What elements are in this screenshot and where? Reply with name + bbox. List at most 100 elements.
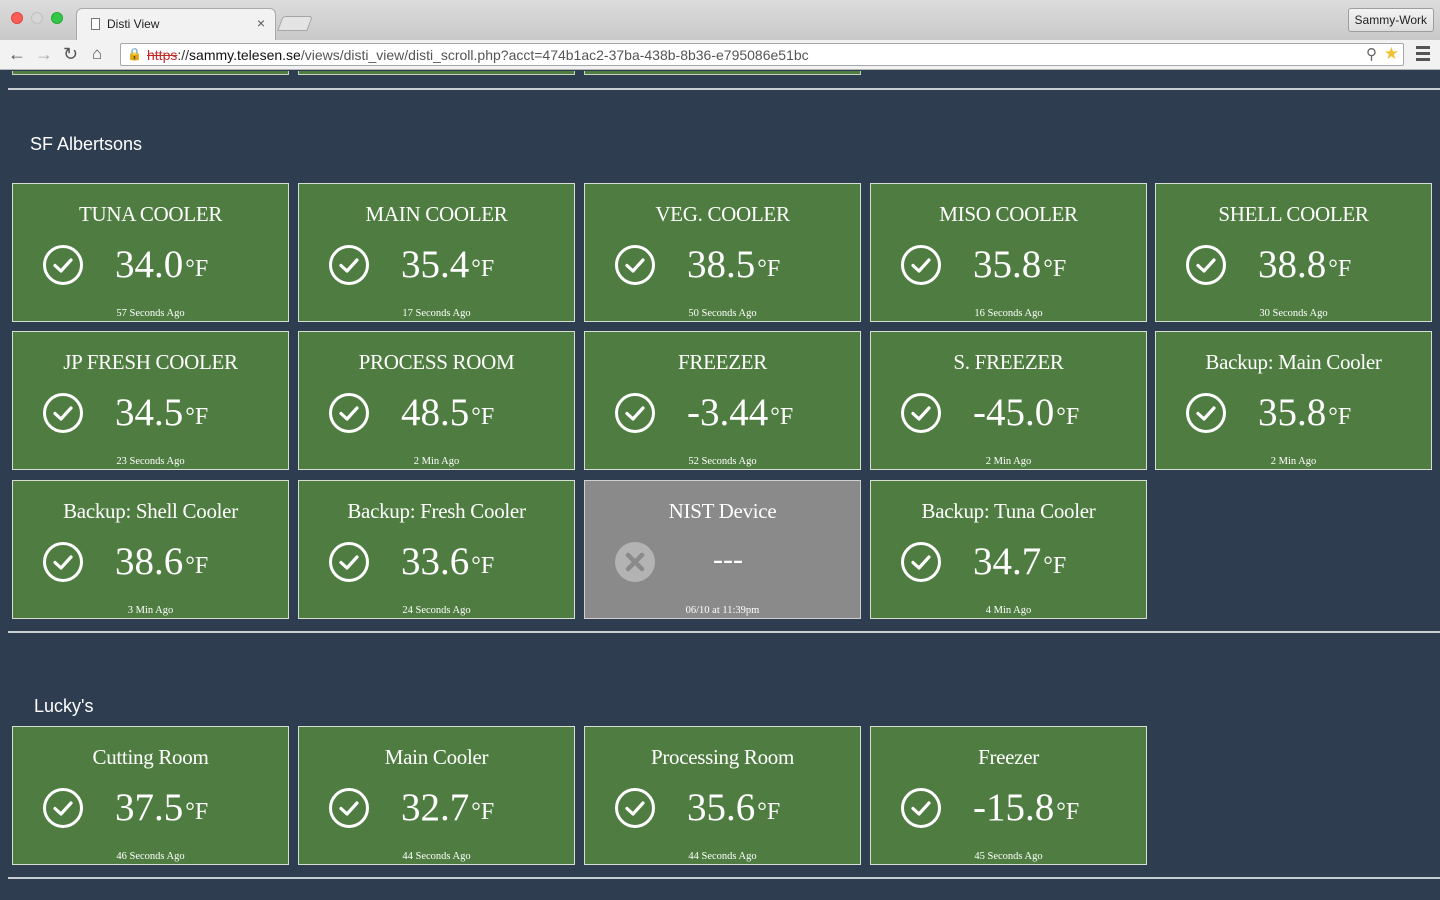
sensor-name: FREEZER (678, 350, 767, 374)
temperature-reading: 37.5°F (115, 785, 208, 830)
sensor-name: Backup: Shell Cooler (63, 499, 238, 523)
last-updated: 2 Min Ago (413, 456, 460, 467)
address-bar[interactable]: 🔒 https://sammy.telesen.se/views/disti_v… (120, 43, 1404, 66)
section-divider (8, 877, 1440, 879)
sensor-card[interactable]: JP FRESH COOLER 34.5°F 23 Seconds Ago (12, 331, 289, 470)
bookmark-star-icon[interactable]: ★ (1384, 44, 1399, 64)
sensor-card[interactable]: FREEZER -3.44°F 52 Seconds Ago (584, 331, 861, 470)
sensor-card[interactable]: Cutting Room 37.5°F 46 Seconds Ago (12, 726, 289, 865)
sensor-card[interactable]: Processing Room 35.6°F 44 Seconds Ago (584, 726, 861, 865)
last-updated: 17 Seconds Ago (402, 308, 471, 319)
status-check-icon (43, 245, 83, 285)
temperature-unit: °F (1328, 404, 1352, 430)
status-check-icon (1186, 393, 1226, 433)
sensor-card[interactable]: VEG. COOLER 38.5°F 50 Seconds Ago (584, 183, 861, 322)
temperature-value: 34.0 (115, 243, 184, 286)
page-content: SF Albertsons TUNA COOLER 34.0°F 57 Seconds… (0, 71, 1440, 900)
status-check-icon (43, 542, 83, 582)
temperature-reading: 35.4°F (401, 242, 494, 287)
profile-button[interactable]: Sammy-Work (1347, 8, 1434, 32)
status-check-icon (329, 788, 369, 828)
sensor-card[interactable]: Freezer -15.8°F 45 Seconds Ago (870, 726, 1147, 865)
last-updated: 4 Min Ago (985, 605, 1032, 616)
temperature-value: 32.7 (401, 786, 470, 829)
temperature-value: -3.44 (687, 391, 769, 434)
last-updated: 44 Seconds Ago (402, 851, 471, 862)
sensor-card[interactable]: Backup: Fresh Cooler 33.6°F 24 Seconds Ago (298, 480, 575, 619)
temperature-reading: 35.8°F (973, 242, 1066, 287)
sensor-card[interactable]: PROCESS ROOM 48.5°F 2 Min Ago (298, 331, 575, 470)
new-tab-button[interactable] (277, 16, 313, 31)
sensor-name: SHELL COOLER (1218, 202, 1369, 226)
last-updated: 44 Seconds Ago (688, 851, 757, 862)
status-check-icon (615, 788, 655, 828)
sensor-card[interactable]: NIST Device --- 06/10 at 11:39pm (584, 480, 861, 619)
sensor-name: Freezer (978, 745, 1039, 769)
temperature-unit: °F (1056, 799, 1080, 825)
temperature-value: 38.5 (687, 243, 756, 286)
maximize-window-button[interactable] (51, 12, 63, 24)
sensor-name: MAIN COOLER (365, 202, 508, 226)
sensor-card[interactable]: SHELL COOLER 38.8°F 30 Seconds Ago (1155, 183, 1432, 322)
temperature-unit: °F (471, 799, 495, 825)
temperature-value: -45.0 (973, 391, 1055, 434)
status-check-icon (43, 788, 83, 828)
temperature-reading: 32.7°F (401, 785, 494, 830)
tab-close-icon[interactable]: × (257, 15, 265, 31)
status-check-icon (329, 393, 369, 433)
sensor-name: NIST Device (668, 499, 777, 523)
sensor-card[interactable]: Backup: Tuna Cooler 34.7°F 4 Min Ago (870, 480, 1147, 619)
temperature-unit: °F (185, 799, 209, 825)
temperature-value: 35.8 (973, 243, 1042, 286)
temperature-unit: °F (757, 256, 781, 282)
forward-icon[interactable]: → (35, 44, 53, 64)
sensor-card[interactable]: Backup: Shell Cooler 38.6°F 3 Min Ago (12, 480, 289, 619)
status-check-icon (329, 245, 369, 285)
insecure-lock-icon[interactable]: 🔒 (127, 47, 142, 61)
sensor-card[interactable]: TUNA COOLER 34.0°F 57 Seconds Ago (12, 183, 289, 322)
reload-icon[interactable]: ↻ (63, 44, 78, 64)
section-divider (8, 88, 1440, 90)
back-icon[interactable]: ← (8, 44, 26, 64)
sensor-card[interactable]: MAIN COOLER 35.4°F 17 Seconds Ago (298, 183, 575, 322)
temperature-reading: 34.5°F (115, 390, 208, 435)
sensor-card[interactable]: Main Cooler 32.7°F 44 Seconds Ago (298, 726, 575, 865)
sensor-card[interactable]: Backup: Main Cooler 35.8°F 2 Min Ago (1155, 331, 1432, 470)
home-icon[interactable]: ⌂ (92, 44, 102, 64)
sensor-card[interactable]: S. FREEZER -45.0°F 2 Min Ago (870, 331, 1147, 470)
temperature-reading: 35.6°F (687, 785, 780, 830)
section-title: SF Albertsons (30, 134, 143, 154)
temperature-value: 34.5 (115, 391, 184, 434)
temperature-value: 34.7 (973, 540, 1042, 583)
status-check-icon (615, 393, 655, 433)
temperature-reading: -15.8°F (973, 785, 1079, 830)
temperature-reading: -3.44°F (687, 390, 793, 435)
last-updated: 45 Seconds Ago (974, 851, 1043, 862)
temperature-unit: °F (185, 553, 209, 579)
sensor-name: Backup: Main Cooler (1205, 350, 1382, 374)
cutoff-card[interactable] (12, 71, 289, 75)
browser-tab[interactable]: Disti View × (76, 8, 276, 40)
temperature-unit: °F (471, 553, 495, 579)
last-updated: 16 Seconds Ago (974, 308, 1043, 319)
temperature-reading: 38.6°F (115, 539, 208, 584)
last-updated: 23 Seconds Ago (116, 456, 185, 467)
sensor-name: VEG. COOLER (655, 202, 790, 226)
temperature-unit: °F (770, 404, 794, 430)
close-window-button[interactable] (11, 12, 23, 24)
temperature-unit: °F (185, 404, 209, 430)
cutoff-card[interactable] (584, 71, 861, 75)
status-check-icon (901, 245, 941, 285)
cutoff-card[interactable] (298, 71, 575, 75)
minimize-window-button[interactable] (31, 12, 43, 24)
temperature-reading: 33.6°F (401, 539, 494, 584)
temperature-value: 35.6 (687, 786, 756, 829)
sensor-name: TUNA COOLER (78, 202, 223, 226)
search-icon[interactable]: ⚲ (1366, 45, 1377, 63)
sensor-name: Backup: Fresh Cooler (347, 499, 526, 523)
sensor-card[interactable]: MISO COOLER 35.8°F 16 Seconds Ago (870, 183, 1147, 322)
section-divider (8, 631, 1440, 633)
last-updated: 30 Seconds Ago (1259, 308, 1328, 319)
menu-icon[interactable] (1416, 46, 1430, 64)
sensor-name: PROCESS ROOM (358, 350, 515, 374)
